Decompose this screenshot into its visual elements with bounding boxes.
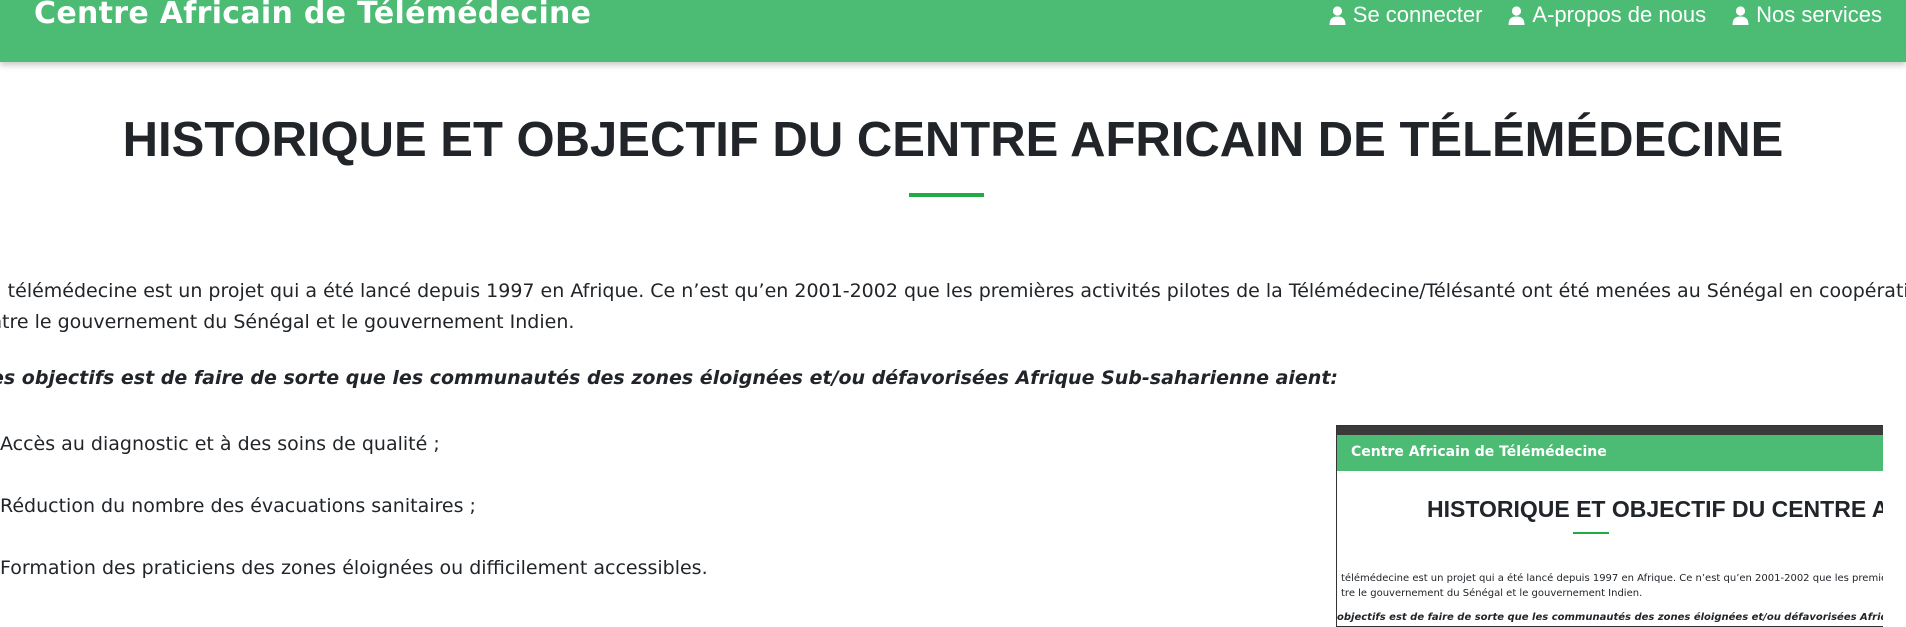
objectives-list: Accès au diagnostic et à des soins de qu… — [0, 429, 708, 615]
thumbnail-brand: Centre Africain de Télémédecine — [1351, 444, 1607, 460]
nav-link-label: Se connecter — [1352, 2, 1483, 27]
nav-link-a-propos[interactable]: A-propos de nous — [1508, 2, 1706, 28]
user-icon — [1732, 5, 1749, 25]
title-divider — [909, 193, 984, 197]
thumbnail-window-bar — [1337, 426, 1883, 435]
user-icon — [1508, 5, 1525, 25]
thumbnail-navbar: Centre Africain de Télémédecine — [1337, 435, 1883, 471]
top-navbar: Centre Africain de Télémédecine Se conne… — [0, 0, 1906, 62]
nav-links: Se connecter A-propos de nous Nos servic… — [1329, 0, 1882, 30]
intro-paragraph: a télémédecine est un projet qui a été l… — [0, 276, 1906, 338]
thumbnail-title: HISTORIQUE ET OBJECTIF DU CENTRE AFR — [1427, 496, 1883, 522]
page-title: HISTORIQUE ET OBJECTIF DU CENTRE AFRICAI… — [122, 113, 1784, 167]
nav-link-label: A-propos de nous — [1532, 2, 1707, 27]
list-item: Réduction du nombre des évacuations sani… — [0, 495, 476, 517]
nav-link-nos-services[interactable]: Nos services — [1732, 2, 1882, 28]
nav-link-se-connecter[interactable]: Se connecter — [1329, 2, 1483, 28]
intro-line-2: ntre le gouvernement du Sénégal et le go… — [0, 311, 575, 333]
thumbnail-intro-line-1: télémédecine est un projet qui a été lan… — [1341, 573, 1883, 584]
page-preview-thumbnail[interactable]: Centre Africain de Télémédecine HISTORIQ… — [1336, 425, 1883, 627]
thumbnail-objectives-heading: objectifs est de faire de sorte que les … — [1337, 612, 1883, 623]
thumbnail-intro: télémédecine est un projet qui a été lan… — [1341, 571, 1883, 601]
nav-link-label: Nos services — [1756, 2, 1882, 27]
objectives-heading: es objectifs est de faire de sorte que l… — [0, 367, 1339, 389]
user-icon — [1329, 5, 1346, 25]
intro-line-1: a télémédecine est un projet qui a été l… — [0, 280, 1906, 302]
thumbnail-intro-line-2: tre le gouvernement du Sénégal et le gou… — [1341, 588, 1643, 599]
brand-logo-text[interactable]: Centre Africain de Télémédecine — [34, 0, 591, 31]
list-item: Accès au diagnostic et à des soins de qu… — [0, 433, 440, 455]
thumbnail-divider — [1573, 532, 1609, 534]
list-item: Formation des praticiens des zones éloig… — [0, 557, 708, 579]
